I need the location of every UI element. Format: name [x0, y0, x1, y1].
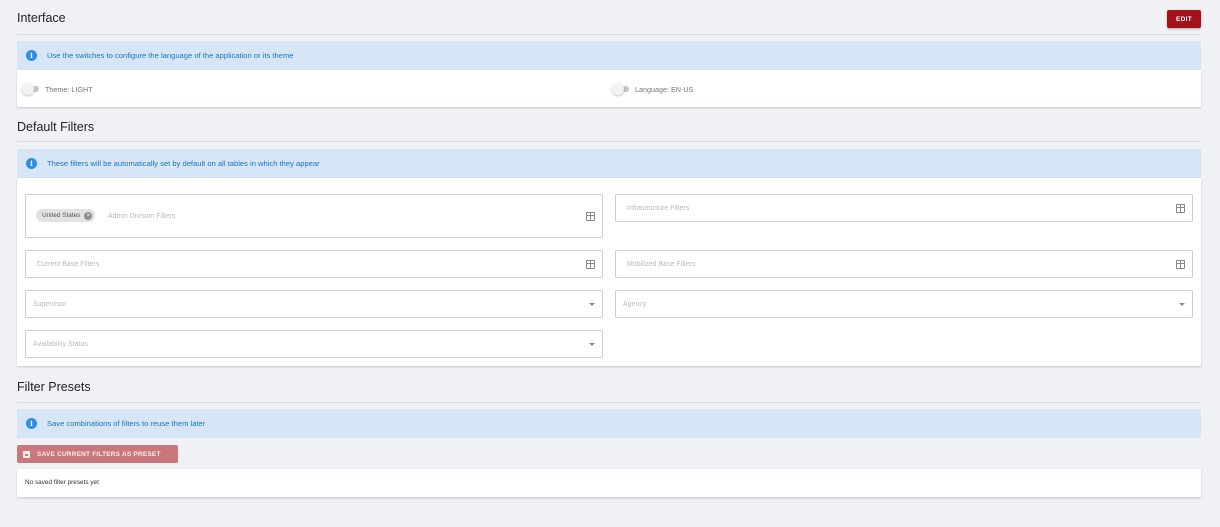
chevron-down-icon	[589, 303, 595, 306]
divider	[17, 141, 1201, 142]
interface-section-title: Interface	[17, 11, 66, 25]
default-filters-section-title: Default Filters	[17, 120, 95, 134]
save-filters-as-preset-label: SAVE CURRENT FILTERS AS PRESET	[37, 450, 161, 458]
theme-toggle-row: Theme: LIGHT	[22, 83, 93, 95]
admin-division-filter-placeholder: Admin Division Filters	[108, 213, 176, 220]
grid-icon[interactable]	[586, 212, 595, 221]
interface-card: Theme: LIGHT Language: EN-US	[17, 70, 1201, 107]
interface-info-text: Use the switches to configure the langua…	[47, 51, 294, 60]
edit-button[interactable]: EDIT	[1167, 10, 1201, 28]
admin-division-filter-field[interactable]: United States × Admin Division Filters	[25, 194, 603, 238]
infrastructure-filter-placeholder: Infrastructure Filters	[627, 205, 690, 212]
filter-presets-list: No saved filter presets yet	[17, 469, 1201, 497]
close-icon[interactable]: ×	[84, 211, 93, 220]
interface-info-banner: i Use the switches to configure the lang…	[17, 41, 1201, 70]
default-filters-info-text: These filters will be automatically set …	[47, 159, 320, 168]
grid-icon[interactable]	[586, 260, 595, 269]
language-toggle[interactable]	[612, 83, 632, 95]
language-toggle-row: Language: EN-US	[612, 83, 693, 95]
supervisor-select[interactable]: Supervisor	[25, 290, 603, 318]
filter-chip: United States ×	[36, 209, 96, 222]
grid-icon[interactable]	[1176, 204, 1185, 213]
info-icon: i	[26, 50, 37, 61]
filter-chip-label: United States	[42, 212, 81, 219]
infrastructure-filter-field[interactable]: Infrastructure Filters	[615, 194, 1193, 222]
current-base-filter-field[interactable]: Current Base Filters	[25, 250, 603, 278]
save-filters-as-preset-button[interactable]: SAVE CURRENT FILTERS AS PRESET	[17, 445, 178, 463]
language-toggle-label: Language: EN-US	[635, 84, 694, 94]
theme-toggle[interactable]	[22, 83, 42, 95]
filter-presets-section-title: Filter Presets	[17, 380, 91, 394]
chevron-down-icon	[589, 343, 595, 346]
empty-presets-text: No saved filter presets yet	[25, 479, 99, 486]
supervisor-placeholder: Supervisor	[33, 301, 67, 308]
availability-status-placeholder: Availability Status	[33, 341, 88, 348]
chevron-down-icon	[1179, 303, 1185, 306]
filter-presets-info-text: Save combinations of filters to reuse th…	[47, 419, 206, 428]
filter-presets-info-banner: i Save combinations of filters to reuse …	[17, 409, 1201, 438]
default-filters-info-banner: i These filters will be automatically se…	[17, 149, 1201, 178]
agency-placeholder: Agency	[623, 301, 647, 308]
theme-toggle-label: Theme: LIGHT	[45, 84, 93, 94]
agency-select[interactable]: Agency	[615, 290, 1193, 318]
grid-icon[interactable]	[1176, 260, 1185, 269]
divider	[17, 402, 1201, 403]
mobilized-base-filter-field[interactable]: Mobilized Base Filters	[615, 250, 1193, 278]
current-base-filter-placeholder: Current Base Filters	[37, 261, 100, 268]
info-icon: i	[26, 418, 37, 429]
floppy-disk-icon	[23, 450, 30, 458]
mobilized-base-filter-placeholder: Mobilized Base Filters	[627, 261, 696, 268]
divider	[17, 34, 1201, 35]
availability-status-select[interactable]: Availability Status	[25, 330, 603, 358]
info-icon: i	[26, 158, 37, 169]
